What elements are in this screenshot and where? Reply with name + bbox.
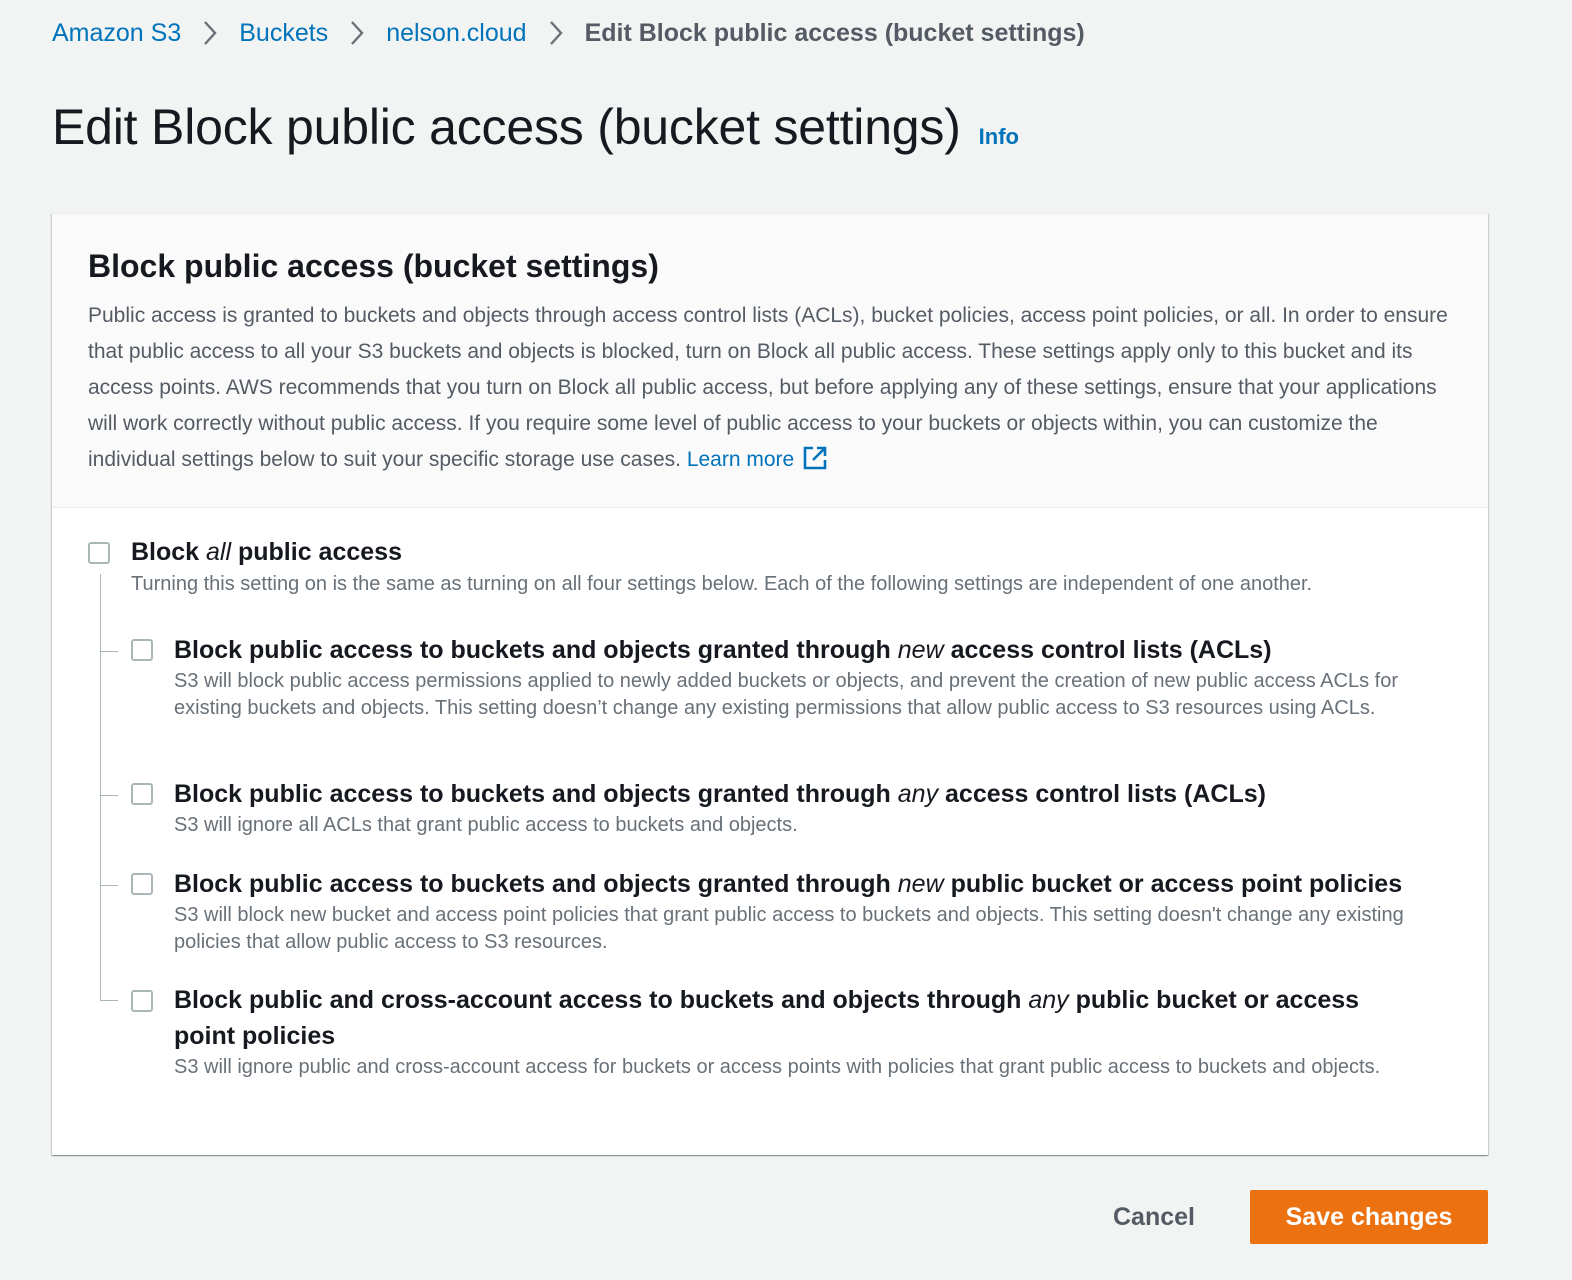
panel-header: Block public access (bucket settings) Pu… — [52, 214, 1488, 508]
block-all-description: Turning this setting on is the same as t… — [131, 573, 1313, 595]
block-all-label-after: public access — [231, 538, 402, 566]
new-acls-option: Block public access to buckets and objec… — [174, 632, 1464, 722]
any-acls-label-before: Block public access to buckets and objec… — [174, 780, 898, 808]
breadcrumb: Amazon S3 Buckets nelson.cloud Edit Bloc… — [52, 14, 1085, 52]
panel-description: Public access is granted to buckets and … — [88, 298, 1448, 483]
tree-tick — [100, 1000, 118, 1001]
breadcrumb-current: Edit Block public access (bucket setting… — [584, 18, 1085, 47]
new-policies-checkbox[interactable] — [131, 873, 153, 895]
block-all-label: Block all public access — [131, 534, 1471, 570]
new-acls-label: Block public access to buckets and objec… — [174, 632, 1464, 668]
new-acls-label-before: Block public access to buckets and objec… — [174, 636, 898, 664]
any-policies-label: Block public and cross-account access to… — [174, 982, 1424, 1054]
chevron-right-icon — [328, 18, 386, 48]
tree-tick — [100, 885, 118, 886]
block-all-label-em: all — [206, 538, 232, 566]
new-acls-checkbox[interactable] — [131, 639, 153, 661]
chevron-right-icon — [181, 18, 239, 48]
new-policies-description: S3 will block new bucket and access poin… — [174, 904, 1404, 953]
any-acls-option: Block public access to buckets and objec… — [174, 776, 1464, 839]
breadcrumb-bucket-name[interactable]: nelson.cloud — [386, 19, 526, 48]
panel-title: Block public access (bucket settings) — [88, 248, 659, 284]
learn-more-link[interactable]: Learn more — [686, 446, 828, 471]
block-all-label-before: Block — [131, 538, 207, 566]
new-policies-label-before: Block public access to buckets and objec… — [174, 870, 898, 898]
tree-tick — [100, 651, 118, 652]
any-policies-option: Block public and cross-account access to… — [174, 982, 1424, 1081]
breadcrumb-buckets[interactable]: Buckets — [239, 19, 328, 48]
new-acls-description: S3 will block public access permissions … — [174, 670, 1398, 719]
block-all-option: Block all public access Turning this set… — [131, 534, 1471, 598]
cancel-button[interactable]: Cancel — [1092, 1190, 1216, 1244]
new-acls-label-after: access control lists (ACLs) — [943, 636, 1272, 664]
any-policies-label-before: Block public and cross-account access to… — [174, 986, 1029, 1014]
new-acls-label-em: new — [897, 636, 944, 664]
new-policies-label-em: new — [897, 870, 944, 898]
any-policies-label-em: any — [1028, 986, 1069, 1014]
any-acls-label: Block public access to buckets and objec… — [174, 776, 1464, 812]
page: Amazon S3 Buckets nelson.cloud Edit Bloc… — [0, 0, 1572, 1280]
any-acls-checkbox[interactable] — [131, 783, 153, 805]
block-all-checkbox[interactable] — [88, 542, 110, 564]
page-title: Edit Block public access (bucket setting… — [52, 99, 961, 155]
tree-tick — [100, 795, 118, 796]
any-acls-label-after: access control lists (ACLs) — [938, 780, 1266, 808]
save-changes-button[interactable]: Save changes — [1250, 1190, 1488, 1244]
breadcrumb-amazon-s3[interactable]: Amazon S3 — [52, 19, 181, 48]
new-policies-label: Block public access to buckets and objec… — [174, 866, 1464, 902]
panel-description-text: Public access is granted to buckets and … — [88, 304, 1448, 471]
page-header: Edit Block public access (bucket setting… — [52, 98, 1019, 156]
any-acls-label-em: any — [897, 780, 939, 808]
any-policies-checkbox[interactable] — [131, 990, 153, 1012]
learn-more-label: Learn more — [686, 448, 795, 471]
any-acls-description: S3 will ignore all ACLs that grant publi… — [174, 814, 798, 836]
tree-connector — [100, 574, 101, 1000]
info-link[interactable]: Info — [979, 124, 1019, 150]
any-policies-description: S3 will ignore public and cross-account … — [174, 1056, 1381, 1078]
new-policies-option: Block public access to buckets and objec… — [174, 866, 1464, 956]
external-link-icon — [802, 445, 828, 483]
new-policies-label-after: public bucket or access point policies — [943, 870, 1403, 898]
chevron-right-icon — [527, 18, 585, 48]
block-public-access-panel: Block public access (bucket settings) Pu… — [52, 213, 1488, 1155]
